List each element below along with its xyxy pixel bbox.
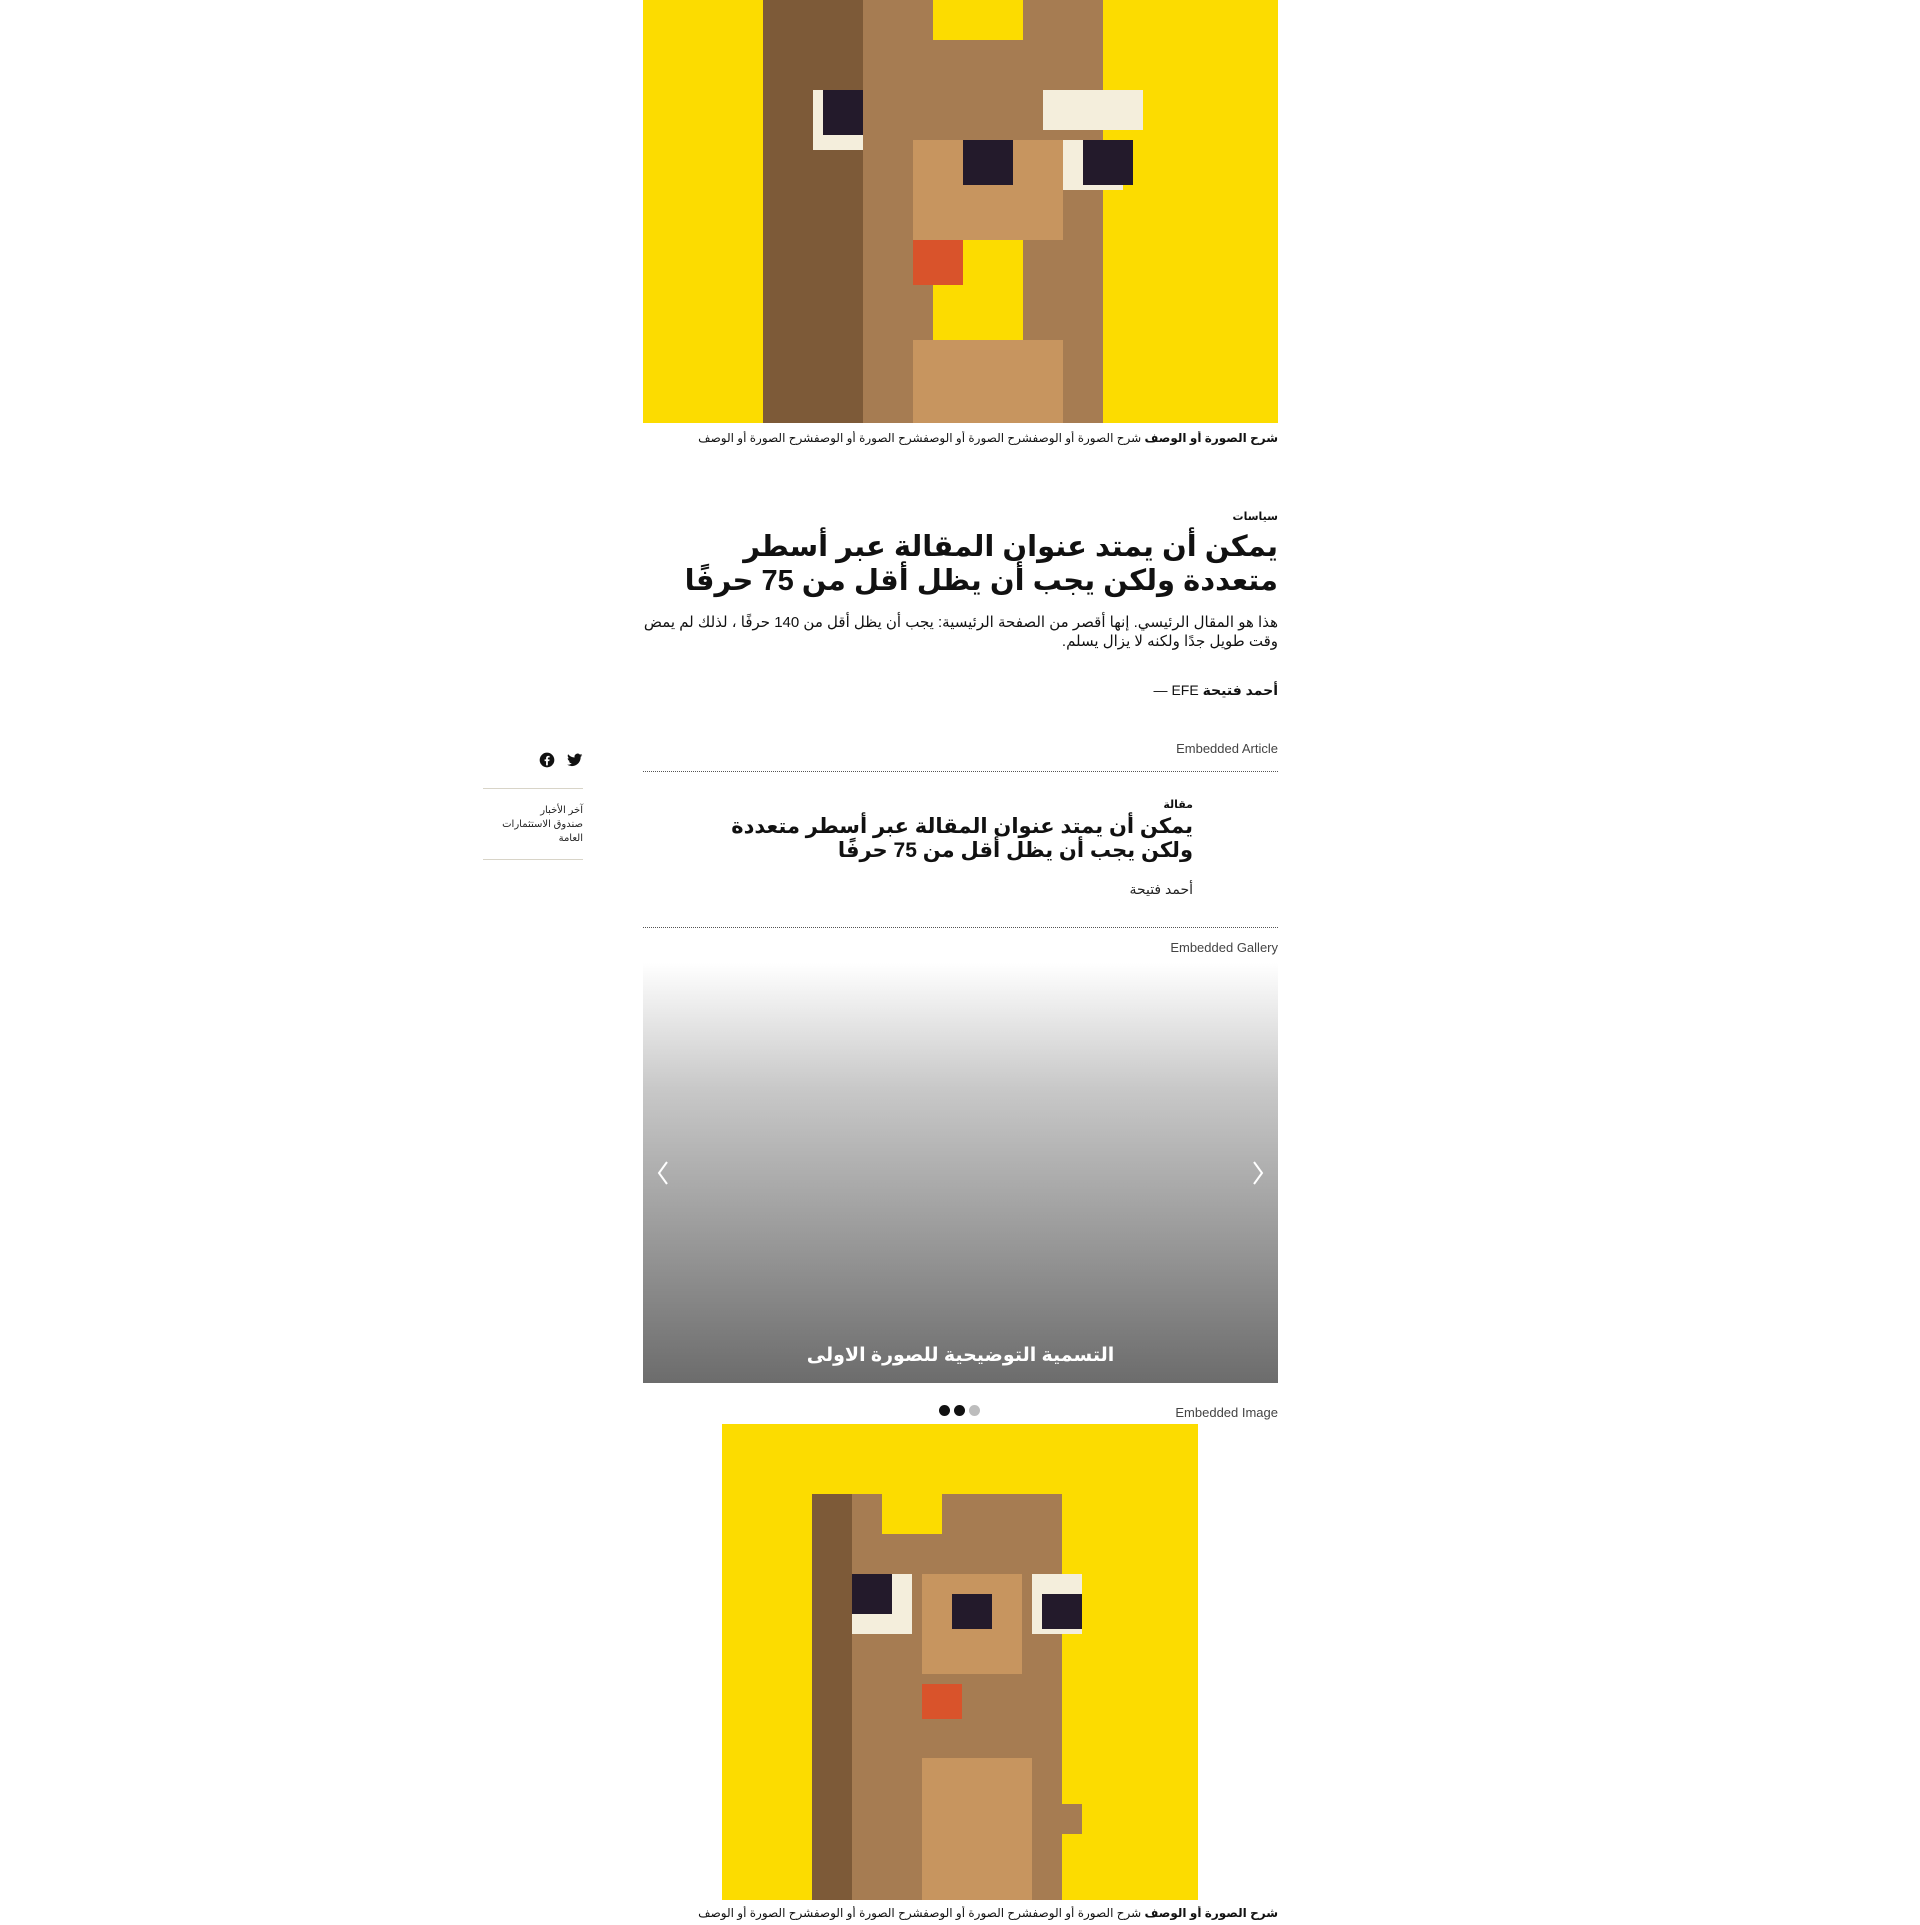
embedded-image-caption-text: شرح الصورة أو الوصفشرح الصورة أو الوصفشر… — [698, 1906, 1142, 1920]
embedded-article-kicker: مقالة — [1163, 799, 1193, 811]
mascot-illustration — [643, 0, 1278, 423]
hero-image — [643, 0, 1278, 423]
embedded-article-card[interactable]: مقالة يمكن أن يمتد عنوان المقالة عبر أسط… — [643, 798, 1193, 898]
divider — [483, 859, 583, 860]
byline: أحمد فتيحة EFE — — [643, 682, 1278, 699]
headline-line-2: متعددة ولكن يجب أن يظل أقل من 75 حرفًا — [684, 565, 1278, 597]
embedded-article-title[interactable]: يمكن أن يمتد عنوان المقالة عبر أسطر متعد… — [643, 815, 1193, 863]
embedded-image-caption-bold: شرح الصورة أو الوصف — [1144, 1906, 1278, 1920]
sidebar-links: آخر الأخبار صندوق الاستثمارات العامة — [483, 789, 583, 859]
embedded-article-title-line-1: يمكن أن يمتد عنوان المقالة عبر أسطر متعد… — [731, 815, 1193, 838]
hero-caption-bold: شرح الصورة أو الوصف — [1144, 431, 1278, 445]
embedded-image-caption: شرح الصورة أو الوصف شرح الصورة أو الوصفش… — [643, 1906, 1278, 1920]
gallery-prev-arrow-icon[interactable] — [651, 1156, 675, 1190]
gallery-next-arrow-icon[interactable] — [1246, 1156, 1270, 1190]
sidebar-link-pif[interactable]: صندوق الاستثمارات العامة — [483, 818, 583, 846]
twitter-icon[interactable] — [567, 752, 583, 768]
share-buttons — [483, 750, 583, 768]
headline-line-1: يمكن أن يمتد عنوان المقالة عبر أسطر — [743, 531, 1278, 563]
embedded-gallery-label: Embedded Gallery — [1170, 940, 1278, 955]
embedded-article-author: أحمد فتيحة — [1129, 881, 1193, 897]
article-header: سياسات يمكن أن يمتد عنوان المقالة عبر أس… — [643, 510, 1278, 699]
gallery-caption: التسمية التوضيحية للصورة الاولى — [806, 1345, 1115, 1366]
embedded-image-label: Embedded Image — [1175, 1405, 1278, 1420]
sidebar-link-latest-news[interactable]: آخر الأخبار — [483, 804, 583, 818]
byline-source: EFE — — [1153, 682, 1199, 698]
facebook-icon[interactable] — [539, 752, 555, 768]
page-title: يمكن أن يمتد عنوان المقالة عبر أسطر متعد… — [643, 530, 1278, 598]
divider — [643, 771, 1278, 772]
embedded-article-title-line-2: ولكن يجب أن يظل أقل من 75 حرفًا — [837, 839, 1193, 862]
mascot-illustration — [722, 1424, 1198, 1900]
embedded-article-label: Embedded Article — [1176, 741, 1278, 756]
byline-author[interactable]: أحمد فتيحة — [1203, 682, 1278, 698]
article-kicker[interactable]: سياسات — [643, 510, 1278, 523]
article-dek: هذا هو المقال الرئيسي. إنها أقصر من الصف… — [643, 614, 1278, 650]
divider — [643, 927, 1278, 928]
hero-caption: شرح الصورة أو الوصف شرح الصورة أو الوصفش… — [643, 431, 1278, 445]
image-gallery[interactable]: التسمية التوضيحية للصورة الاولى — [643, 963, 1278, 1383]
sidebar: آخر الأخبار صندوق الاستثمارات العامة — [483, 750, 583, 860]
embedded-image — [722, 1424, 1198, 1900]
hero-caption-text: شرح الصورة أو الوصفشرح الصورة أو الوصفشر… — [698, 431, 1142, 445]
